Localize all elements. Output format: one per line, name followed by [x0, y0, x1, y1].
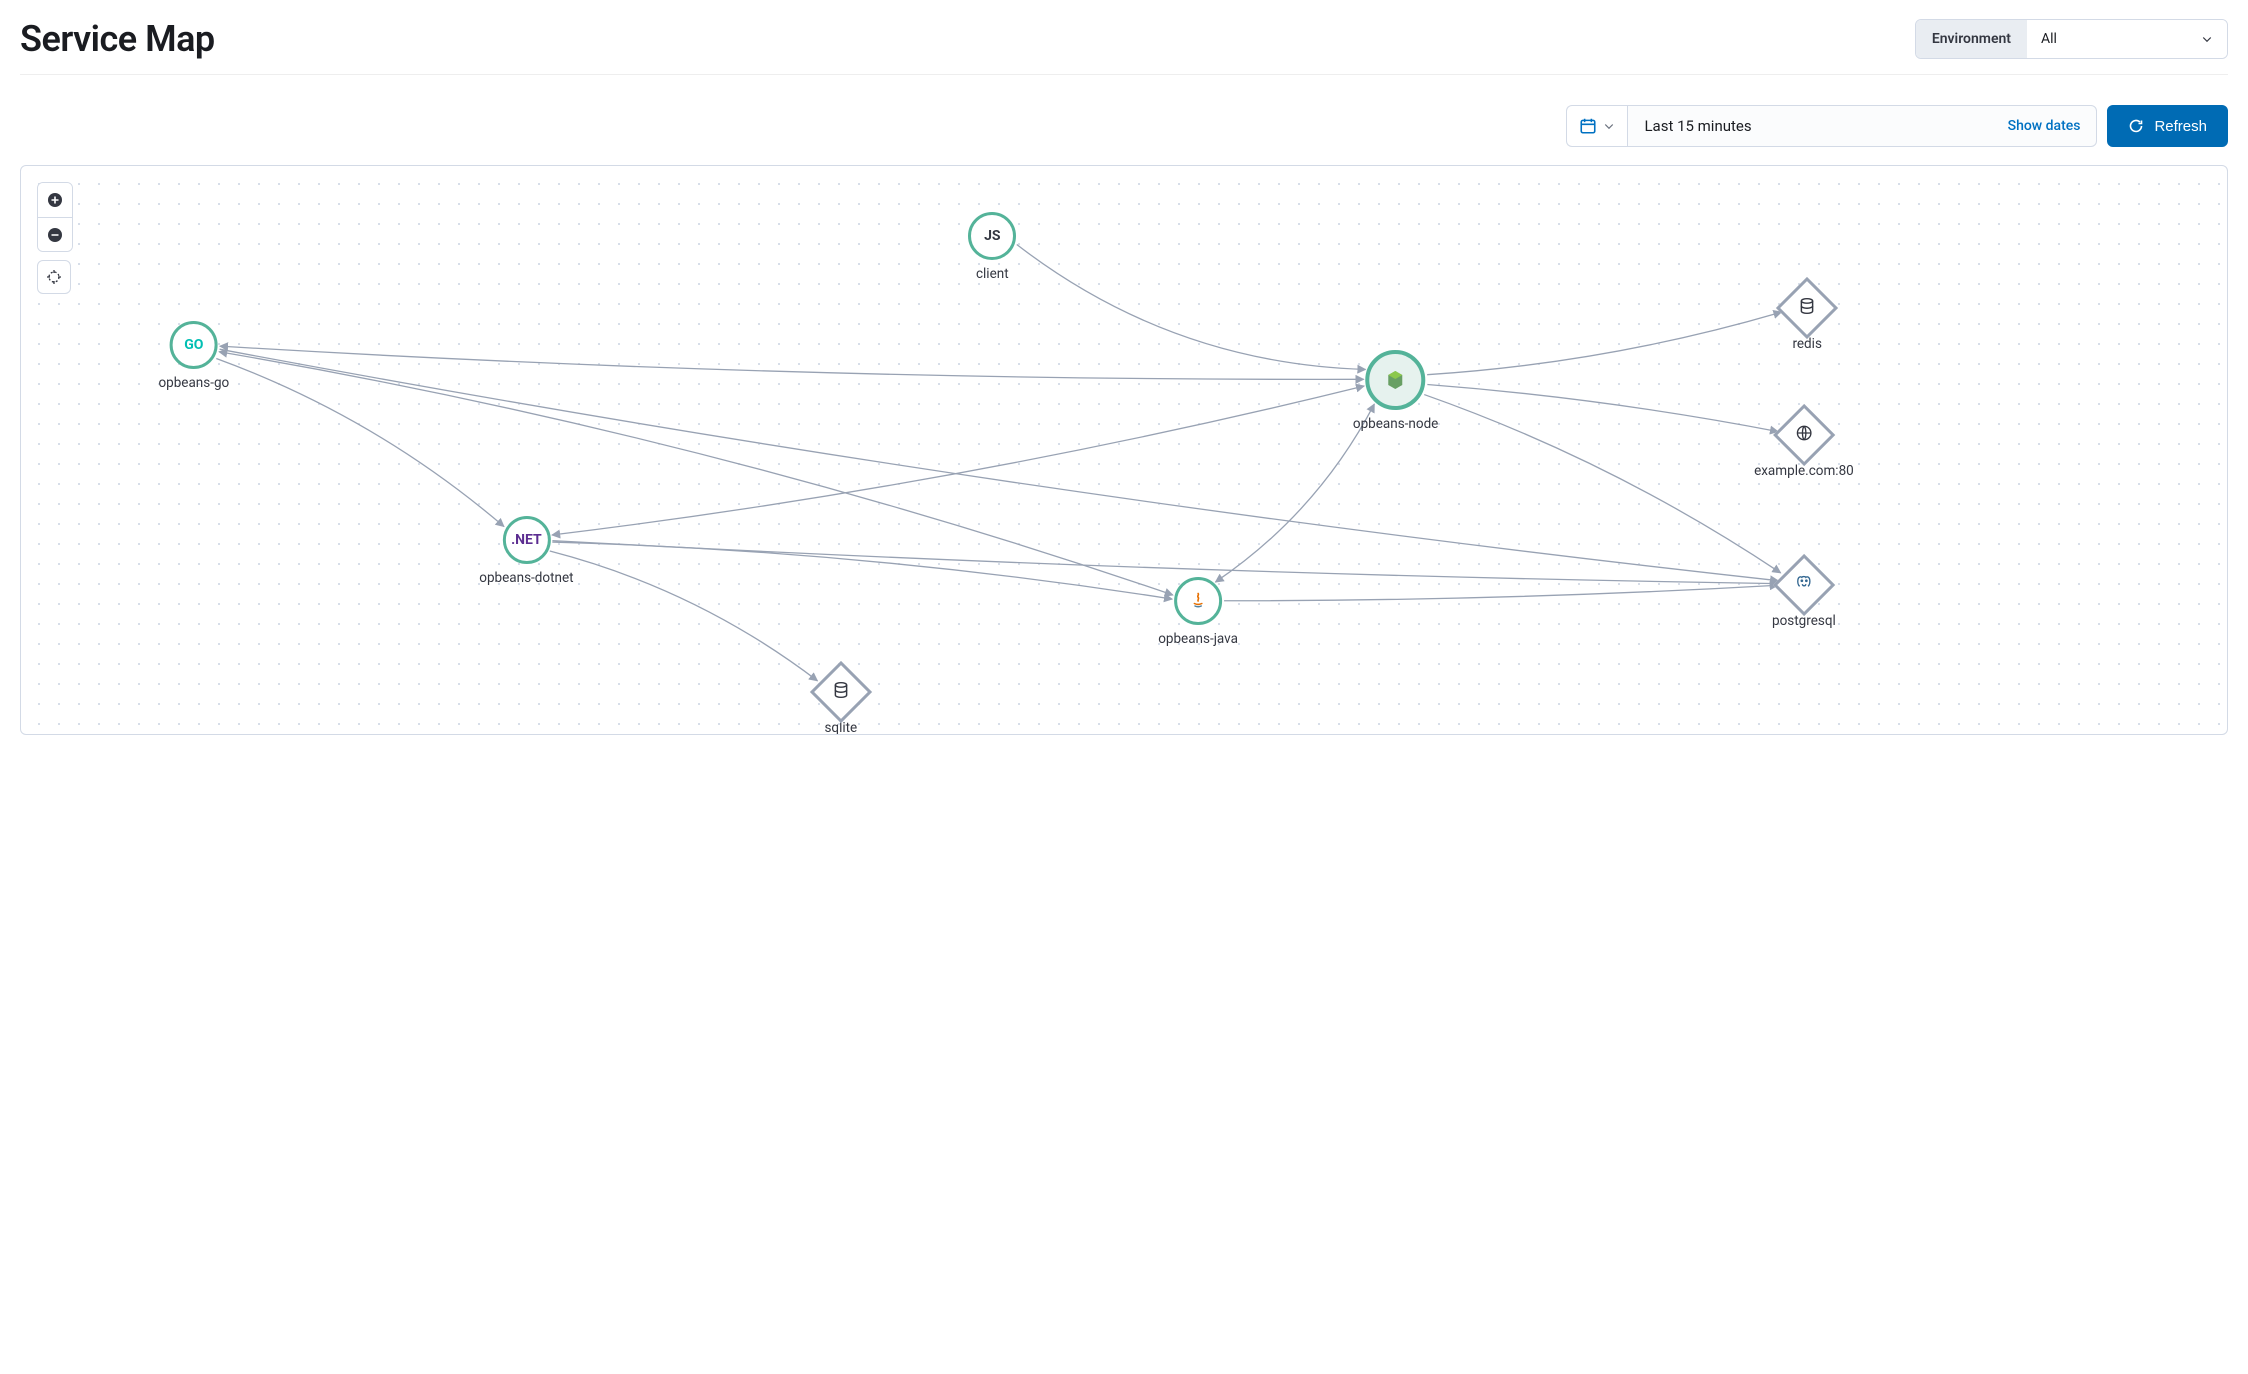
divider	[20, 74, 2228, 75]
calendar-icon	[1579, 117, 1597, 135]
node-label: opbeans-go	[158, 375, 229, 391]
minus-icon	[47, 227, 63, 243]
page-header: Service Map Environment All	[20, 18, 2228, 60]
node-label: opbeans-node	[1353, 416, 1438, 432]
refresh-icon	[2128, 118, 2144, 134]
environment-dropdown[interactable]: All	[2027, 20, 2227, 58]
zoom-in-button[interactable]	[38, 183, 72, 217]
service-icon: JS	[968, 212, 1016, 260]
node-redis[interactable]: redis	[1785, 286, 1829, 352]
node-pg[interactable]: postgresql	[1772, 563, 1836, 629]
toolbar: Last 15 minutes Show dates Refresh	[20, 105, 2228, 147]
node-java[interactable]: opbeans-java	[1158, 577, 1238, 647]
chevron-down-icon	[1603, 120, 1615, 132]
node-sqlite[interactable]: sqlite	[819, 670, 863, 735]
node-example[interactable]: example.com:80	[1754, 413, 1854, 479]
chevron-down-icon	[2201, 33, 2213, 45]
zoom-out-button[interactable]	[38, 217, 72, 251]
refresh-button[interactable]: Refresh	[2107, 105, 2228, 147]
service-map-canvas[interactable]: JS client GO opbeans-go opbeans-node .NET opbe…	[20, 165, 2228, 735]
nodes-layer: JS client GO opbeans-go opbeans-node .NET opbe…	[21, 166, 2227, 734]
zoom-group	[37, 182, 73, 252]
environment-selector[interactable]: Environment All	[1915, 19, 2228, 59]
datepicker: Last 15 minutes Show dates	[1566, 105, 2097, 147]
node-go[interactable]: GO opbeans-go	[158, 321, 229, 391]
environment-value: All	[2041, 31, 2057, 47]
node-client[interactable]: JS client	[968, 212, 1016, 282]
plus-icon	[47, 192, 63, 208]
page-title: Service Map	[20, 18, 215, 60]
datepicker-calendar-button[interactable]	[1566, 105, 1627, 147]
dependency-icon	[1776, 276, 1838, 338]
service-icon	[1366, 350, 1426, 410]
dependency-icon	[1773, 404, 1835, 466]
service-icon: GO	[170, 321, 218, 369]
crosshair-icon	[46, 269, 62, 285]
node-dotnet[interactable]: .NET opbeans-dotnet	[479, 516, 573, 586]
node-label: opbeans-dotnet	[479, 570, 573, 586]
zoom-controls	[37, 182, 73, 294]
environment-label: Environment	[1916, 20, 2027, 58]
datepicker-range-text: Last 15 minutes	[1644, 117, 1751, 135]
node-label: opbeans-java	[1158, 631, 1238, 647]
show-dates-link[interactable]: Show dates	[2008, 118, 2081, 134]
service-icon	[1174, 577, 1222, 625]
datepicker-range-button[interactable]: Last 15 minutes Show dates	[1627, 105, 2097, 147]
refresh-label: Refresh	[2154, 118, 2207, 135]
node-node[interactable]: opbeans-node	[1353, 350, 1438, 432]
dependency-icon	[810, 661, 872, 723]
dependency-icon	[1773, 553, 1835, 615]
fit-view-button[interactable]	[37, 260, 71, 294]
service-icon: .NET	[502, 516, 550, 564]
node-label: client	[976, 266, 1009, 282]
